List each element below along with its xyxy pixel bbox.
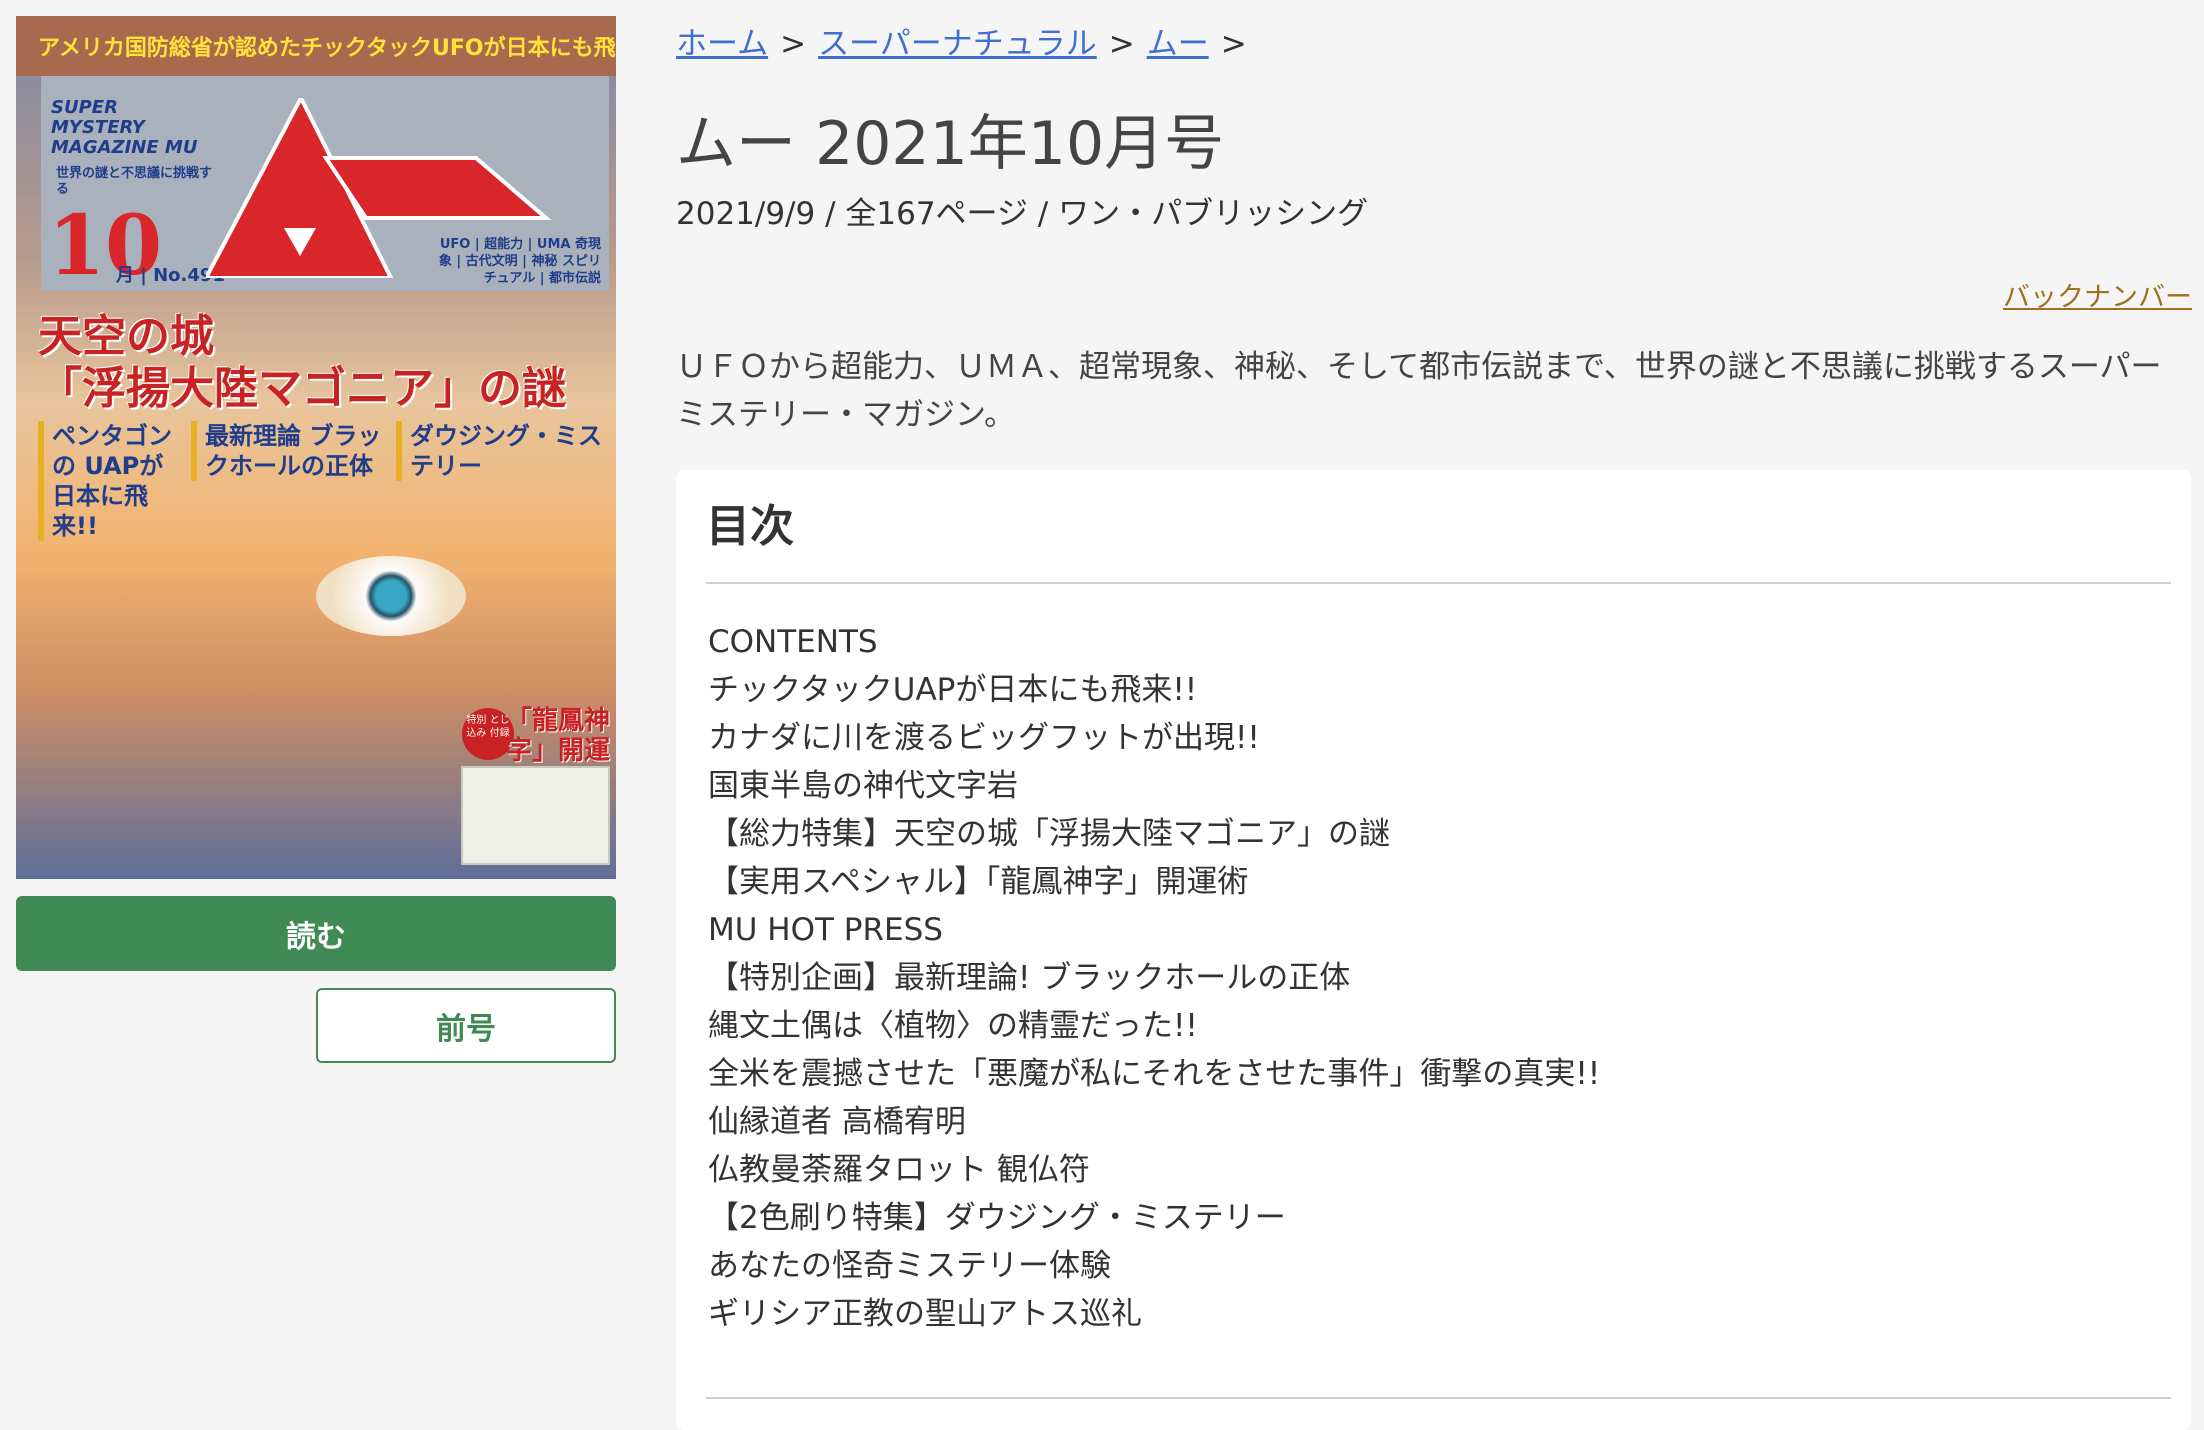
breadcrumb-separator: > [1220,26,1247,62]
previous-issue-button[interactable]: 前号 [316,988,616,1063]
cover-top-banner: アメリカ国防総省が認めたチックタックUFOが日本にも飛来していた!! [16,16,616,76]
backnumber-link[interactable]: バックナンバー [2003,275,2192,314]
breadcrumb: ホーム > スーパーナチュラル > ムー > [676,18,1259,63]
toc-heading: 目次 [706,501,794,552]
read-button[interactable]: 読む [16,896,616,971]
toc-item: 全米を震撼させた「悪魔が私にそれをさせた事件」衝撃の真実!! [708,1056,1601,1092]
cover-feature-line1: 天空の城 [38,311,214,362]
breadcrumb-home-link[interactable]: ホーム [676,26,768,62]
cover-sub-1: ペンタゴンの UAPが 日本に飛来!! [38,421,187,541]
toc-item: 縄文土偶は〈植物〉の精霊だった!! [708,1008,1198,1044]
cover-masthead-en: SUPER MYSTERY MAGAZINE MU [51,97,198,158]
toc-item: CONTENTS [708,624,878,660]
toc-item: 仙縁道者 高橋宥明 [708,1104,966,1140]
cover-eye-illustration [316,556,466,636]
toc-item: ギリシア正教の聖山アトス巡礼 [708,1296,1142,1332]
cover-feature-title: 天空の城 「浮揚大陸マゴニア」の謎 [38,311,566,415]
toc-item: 仏教曼荼羅タロット 観仏符 [708,1152,1090,1188]
breadcrumb-separator: > [780,26,807,62]
toc-divider [706,582,2171,584]
cover-talisman-card [461,766,610,865]
toc-divider-bottom [706,1397,2171,1399]
toc-item: あなたの怪奇ミステリー体験 [708,1248,1111,1284]
toc-card: 目次 CONTENTS チックタックUAPが日本にも飛来!! カナダに川を渡るビ… [676,470,2191,1430]
toc-list: CONTENTS チックタックUAPが日本にも飛来!! カナダに川を渡るビッグフ… [708,618,1600,1338]
cover-feature-line2: 「浮揚大陸マゴニア」の謎 [38,363,566,414]
toc-item: MU HOT PRESS [708,912,943,948]
cover-genre-tags: UFO | 超能力 | UMA 奇現象 | 古代文明 | 神秘 スピリチュアル … [438,237,601,286]
breadcrumb-category-link[interactable]: スーパーナチュラル [818,26,1097,62]
cover-sub-3: ダウジング・ミステリー [396,421,616,481]
magazine-cover[interactable]: アメリカ国防総省が認めたチックタックUFOが日本にも飛来していた!! SUPER… [16,16,616,879]
toc-item: 【特別企画】最新理論! ブラックホールの正体 [708,960,1351,996]
issue-meta: 2021/9/9 / 全167ページ / ワン・パブリッシング [676,196,1369,232]
breadcrumb-separator: > [1108,26,1135,62]
toc-item: カナダに川を渡るビッグフットが出現!! [708,720,1260,756]
breadcrumb-magazine-link[interactable]: ムー [1147,26,1209,62]
toc-item: 【総力特集】天空の城「浮揚大陸マゴニア」の謎 [708,816,1390,852]
cover-masthead-tagline: 世界の謎と不思議に挑戦する [56,166,213,197]
page-title: ムー 2021年10月号 [676,109,1225,179]
toc-item: 【2色刷り特集】ダウジング・ミステリー [708,1200,1286,1236]
toc-item: 【実用スペシャル】「龍鳳神字」開運術 [708,864,1249,900]
magazine-description: ＵＦＯから超能力、ＵＭＡ、超常現象、神秘、そして都市伝説まで、世界の謎と不思議に… [676,349,2162,433]
toc-item: チックタックUAPが日本にも飛来!! [708,672,1198,708]
cover-sub-2: 最新理論 ブラックホールの正体 [191,421,405,481]
toc-item: 国東半島の神代文字岩 [708,768,1018,804]
